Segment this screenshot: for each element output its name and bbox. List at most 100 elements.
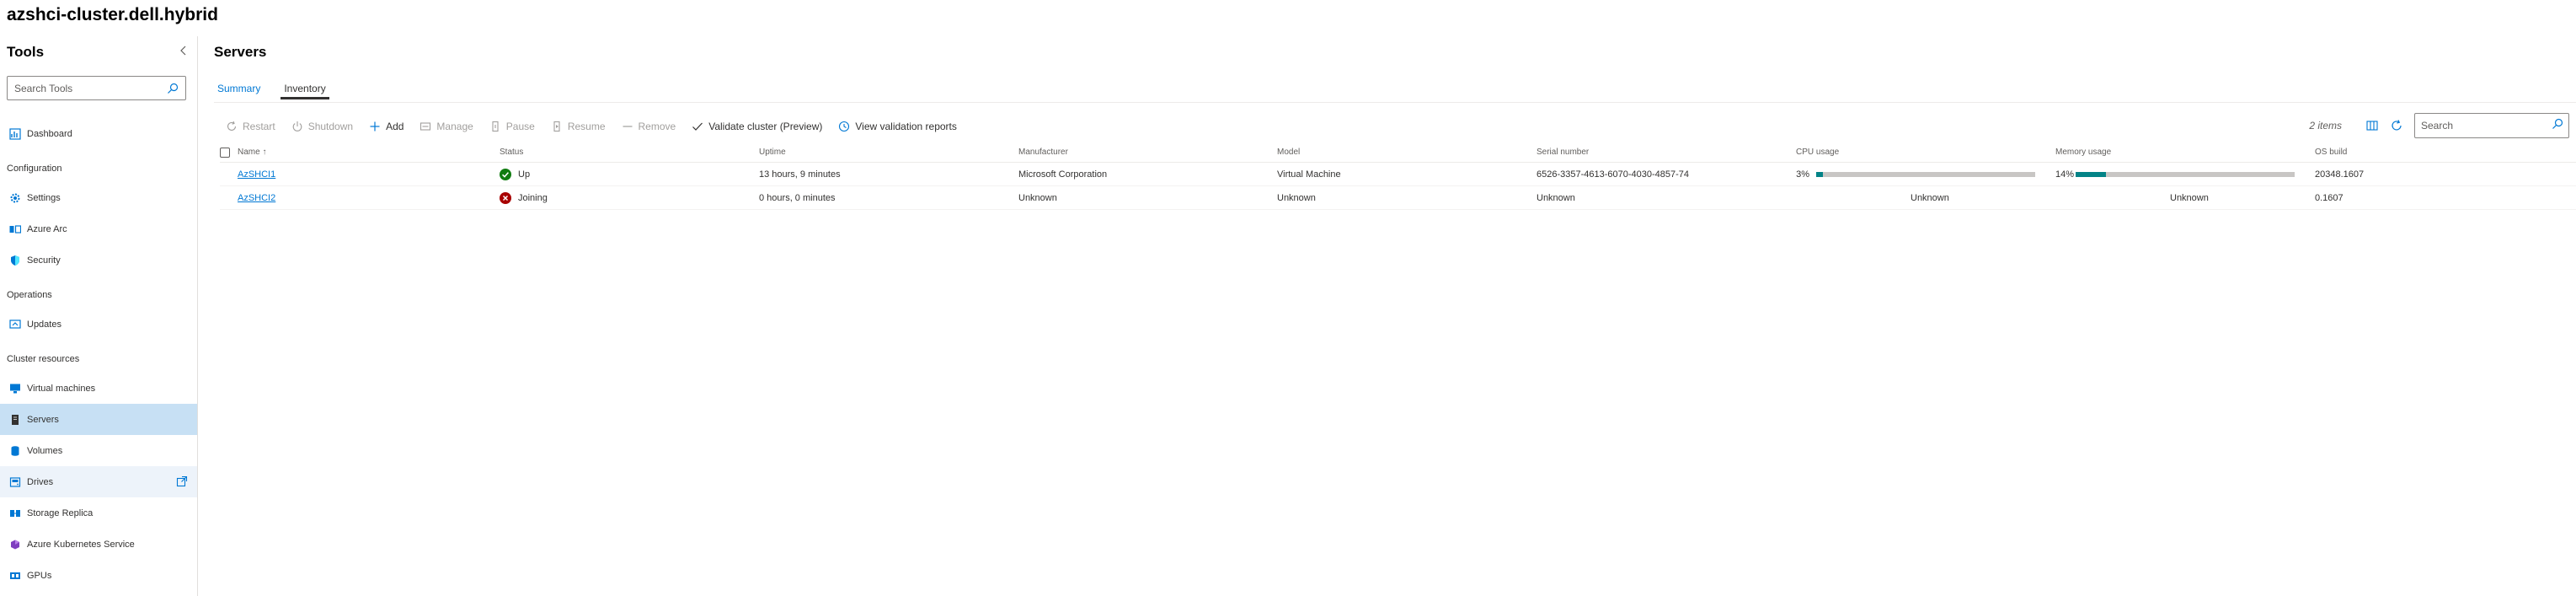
status-cell: Up: [500, 163, 530, 185]
restart-button[interactable]: Restart: [226, 121, 275, 132]
column-header-name[interactable]: Name ↑: [238, 142, 266, 162]
memory-usage-percent: 14%: [2055, 169, 2075, 180]
grid-search-input[interactable]: [2421, 120, 2552, 132]
server-icon: [9, 414, 21, 426]
memory-usage-fill: [2076, 171, 2107, 177]
resume-button[interactable]: Resume: [551, 121, 606, 132]
updates-icon: [9, 319, 21, 330]
sidebar-item-label: Azure Arc: [27, 223, 67, 234]
view-validation-reports-button[interactable]: View validation reports: [838, 121, 957, 132]
collapse-sidebar-icon[interactable]: [178, 45, 190, 56]
power-icon: [291, 121, 303, 132]
tools-sidebar: Tools Dashboard Configuration Settings Azur…: [0, 36, 198, 596]
azure-arc-icon: [9, 223, 21, 235]
column-header-os-build[interactable]: OS build: [2315, 142, 2347, 162]
sidebar-item-label: Drives: [27, 476, 54, 487]
grid-header-row: Name ↑ Status Uptime Manufacturer Model …: [220, 142, 2576, 163]
toolbar: Restart Shutdown Add Manage Pause Resume…: [226, 114, 973, 139]
table-row[interactable]: AzSHCI2 Joining 0 hours, 0 minutes Unkno…: [220, 186, 2576, 210]
os-build-cell: 0.1607: [2315, 192, 2344, 203]
nav-group-operations: Operations: [7, 289, 52, 300]
tools-search-box[interactable]: [7, 76, 186, 100]
server-name[interactable]: AzSHCI1: [238, 169, 275, 180]
view-validation-reports-label: View validation reports: [855, 121, 957, 132]
sidebar-item-volumes[interactable]: Volumes: [0, 435, 197, 466]
sidebar-item-dashboard[interactable]: Dashboard: [0, 118, 197, 149]
shutdown-button[interactable]: Shutdown: [291, 121, 353, 132]
sidebar-item-servers[interactable]: Servers: [0, 404, 197, 435]
sidebar-item-updates[interactable]: Updates: [0, 309, 197, 340]
model-cell: Virtual Machine: [1277, 169, 1341, 180]
sidebar-item-label: Settings: [27, 192, 61, 203]
validate-cluster-label: Validate cluster (Preview): [708, 121, 823, 132]
tools-nav-list: Dashboard Configuration Settings Azure Arc S…: [0, 118, 197, 591]
refresh-icon[interactable]: [2390, 119, 2403, 132]
column-header-model[interactable]: Model: [1277, 142, 1300, 162]
tab-bar: Summary Inventory: [214, 83, 346, 99]
search-icon[interactable]: [167, 83, 179, 94]
pause-label: Pause: [505, 121, 535, 132]
server-name-link[interactable]: AzSHCI1: [238, 163, 275, 185]
cpu-usage-fill: [1816, 171, 1823, 177]
sidebar-item-label: Storage Replica: [27, 507, 94, 518]
add-label: Add: [386, 121, 404, 132]
restart-label: Restart: [243, 121, 275, 132]
memory-usage-bar: [2076, 171, 2295, 177]
column-header-uptime[interactable]: Uptime: [759, 142, 786, 162]
resume-icon: [551, 121, 563, 132]
plus-icon: [369, 121, 381, 132]
remove-button[interactable]: Remove: [622, 121, 676, 132]
select-all-cell: [220, 142, 230, 162]
sidebar-item-security[interactable]: Security: [0, 244, 197, 276]
grid-search-box[interactable]: [2414, 113, 2569, 138]
server-name-link[interactable]: AzSHCI2: [238, 186, 275, 209]
sidebar-item-drives[interactable]: Drives: [0, 466, 197, 497]
storage-replica-icon: [9, 507, 21, 519]
sidebar-item-label: Updates: [27, 319, 61, 330]
manufacturer-cell: Unknown: [1018, 192, 1057, 203]
add-button[interactable]: Add: [369, 121, 404, 132]
grid-tools: 2 items: [2309, 110, 2569, 141]
column-picker-icon[interactable]: [2365, 119, 2379, 132]
memory-usage-cell: 14%: [2055, 163, 2295, 185]
cpu-usage-bar: [1816, 171, 2035, 177]
pause-button[interactable]: Pause: [489, 121, 535, 132]
sidebar-item-virtual-machines[interactable]: Virtual machines: [0, 373, 197, 404]
sidebar-item-label: Volumes: [27, 445, 63, 456]
cluster-name: azshci-cluster.dell.hybrid: [7, 5, 218, 24]
sidebar-item-settings[interactable]: Settings: [0, 182, 197, 213]
server-name[interactable]: AzSHCI2: [238, 193, 275, 203]
status-error-icon: [500, 191, 511, 204]
resume-label: Resume: [567, 121, 606, 132]
search-icon[interactable]: [2552, 118, 2563, 134]
remove-label: Remove: [638, 121, 676, 132]
minus-icon: [622, 121, 633, 132]
column-header-manufacturer[interactable]: Manufacturer: [1018, 142, 1068, 162]
shutdown-label: Shutdown: [307, 121, 354, 132]
column-header-serial[interactable]: Serial number: [1537, 142, 1589, 162]
sidebar-item-azure-kubernetes-service[interactable]: Azure Kubernetes Service: [0, 529, 197, 560]
monitor-icon: [9, 383, 21, 395]
manage-label: Manage: [436, 121, 473, 132]
tools-search-input[interactable]: [14, 82, 167, 94]
nav-group-cluster-resources: Cluster resources: [7, 353, 80, 364]
validate-cluster-button[interactable]: Validate cluster (Preview): [692, 121, 822, 132]
manage-button[interactable]: Manage: [420, 121, 473, 132]
sidebar-item-label: Servers: [27, 414, 59, 425]
sidebar-item-label: GPUs: [27, 570, 52, 581]
sidebar-item-storage-replica[interactable]: Storage Replica: [0, 497, 197, 529]
sidebar-item-gpus[interactable]: GPUs: [0, 560, 197, 591]
column-header-status[interactable]: Status: [500, 142, 523, 162]
gpu-icon: [9, 570, 21, 582]
select-all-checkbox[interactable]: [220, 147, 230, 158]
open-in-new-window-icon[interactable]: [176, 475, 188, 487]
serial-cell: Unknown: [1537, 192, 1575, 203]
cpu-usage-percent: 3%: [1796, 169, 1809, 180]
nav-group-configuration: Configuration: [7, 163, 62, 174]
tab-summary[interactable]: Summary: [214, 83, 264, 99]
tab-inventory[interactable]: Inventory: [281, 83, 329, 99]
column-header-cpu[interactable]: CPU usage: [1796, 142, 1839, 162]
sidebar-item-azure-arc[interactable]: Azure Arc: [0, 213, 197, 244]
column-header-memory[interactable]: Memory usage: [2055, 142, 2111, 162]
table-row[interactable]: AzSHCI1 Up 13 hours, 9 minutes Microsoft…: [220, 163, 2576, 186]
